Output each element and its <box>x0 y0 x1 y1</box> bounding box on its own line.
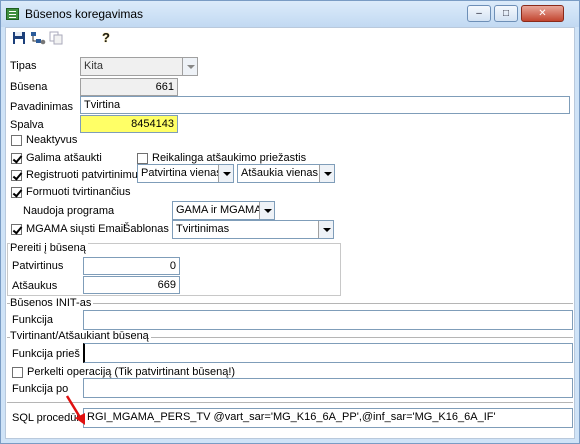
naudoja-value: GAMA ir MGAMA <box>176 204 262 216</box>
patvirtina-value: Patvirtina vienas <box>141 167 222 179</box>
close-button[interactable]: ✕ <box>521 5 564 22</box>
tipas-label: Tipas <box>10 60 37 72</box>
galima-atsaukti-label: Galima atšaukti <box>26 152 102 164</box>
chevron-down-icon <box>319 165 334 182</box>
sablonas-value: Tvirtinimas <box>176 223 230 235</box>
patvirtinus-field[interactable]: 0 <box>83 257 180 275</box>
busena-field[interactable]: 661 <box>80 78 178 96</box>
reikalinga-checkbox[interactable] <box>137 153 148 164</box>
spalva-label: Spalva <box>10 119 44 131</box>
naudoja-label: Naudoja programa <box>23 205 115 217</box>
pereiti-group-title: Pereiti į būseną <box>10 242 88 254</box>
atsaukia-value: Atšaukia vienas <box>241 167 319 179</box>
patvirtinus-label: Patvirtinus <box>12 260 64 272</box>
registruoti-checkbox[interactable] <box>11 170 22 181</box>
perkelti-checkbox[interactable] <box>12 367 23 378</box>
save-icon[interactable] <box>12 31 26 45</box>
sql-procedura-field[interactable]: RGI_MGAMA_PERS_TV @vart_sar='MG_K16_6A_P… <box>83 408 573 428</box>
maximize-button[interactable]: □ <box>494 5 518 22</box>
funkcija-field[interactable] <box>83 310 573 330</box>
busena-label: Būsena <box>10 81 48 93</box>
mgama-email-label: MGAMA siųsti Email <box>26 223 126 235</box>
window-title: Būsenos koregavimas <box>25 7 144 21</box>
pavadinimas-field[interactable]: Tvirtina <box>80 96 570 114</box>
pavadinimas-label: Pavadinimas <box>10 101 73 113</box>
naudoja-select[interactable]: GAMA ir MGAMA <box>172 201 275 220</box>
atsaukus-field[interactable]: 669 <box>83 276 180 294</box>
sablonas-label: Šablonas <box>123 223 169 235</box>
title-bar: Būsenos koregavimas – □ ✕ <box>1 1 579 27</box>
chevron-down-icon <box>182 58 197 75</box>
app-table-icon <box>6 8 19 20</box>
neaktyvus-checkbox[interactable] <box>11 135 22 146</box>
toolbar: ? <box>6 28 574 50</box>
galima-atsaukti-checkbox[interactable] <box>11 153 22 164</box>
minimize-button[interactable]: – <box>467 5 491 22</box>
atsaukia-select[interactable]: Atšaukia vienas <box>237 164 335 183</box>
funkcija-pries-field[interactable] <box>83 343 573 363</box>
registruoti-label: Registruoti patvirtinimus <box>26 169 144 181</box>
patvirtina-select[interactable]: Patvirtina vienas <box>137 164 234 183</box>
chevron-down-icon <box>218 165 233 182</box>
perkelti-label: Perkelti operaciją (Tik patvirtinant būs… <box>27 366 236 378</box>
tvirtinant-section-title: Tvirtinant/Atšaukiant būseną <box>10 330 151 342</box>
tipas-value: Kita <box>84 60 103 72</box>
init-section-title: Būsenos INIT-as <box>10 297 94 309</box>
dialog-body: ? Tipas Kita Būsena 661 Pavadinimas Tvir… <box>5 27 575 439</box>
chevron-down-icon <box>318 221 333 238</box>
copy-icon[interactable] <box>49 31 63 45</box>
help-icon[interactable]: ? <box>102 30 110 45</box>
funkcija-po-label: Funkcija po <box>12 383 69 395</box>
dialog-window: Būsenos koregavimas – □ ✕ ? Tipas Kita B… <box>0 0 580 444</box>
sablonas-select[interactable]: Tvirtinimas <box>172 220 334 239</box>
mgama-email-checkbox[interactable] <box>11 224 22 235</box>
spalva-field[interactable]: 8454143 <box>80 115 178 133</box>
tree-settings-icon[interactable] <box>30 31 46 45</box>
funkcija-po-field[interactable] <box>83 378 573 398</box>
sql-divider <box>7 402 573 403</box>
formuoti-checkbox[interactable] <box>11 187 22 198</box>
neaktyvus-label: Neaktyvus <box>26 134 78 146</box>
reikalinga-label: Reikalinga atšaukimo priežastis <box>152 152 307 164</box>
tipas-select[interactable]: Kita <box>80 57 198 76</box>
red-arrow-annotation <box>65 395 85 425</box>
funkcija-label: Funkcija <box>12 314 53 326</box>
formuoti-label: Formuoti tvirtinančius <box>26 186 131 198</box>
chevron-down-icon <box>259 202 274 219</box>
atsaukus-label: Atšaukus <box>12 280 58 292</box>
funkcija-pries-label: Funkcija prieš <box>12 348 80 360</box>
